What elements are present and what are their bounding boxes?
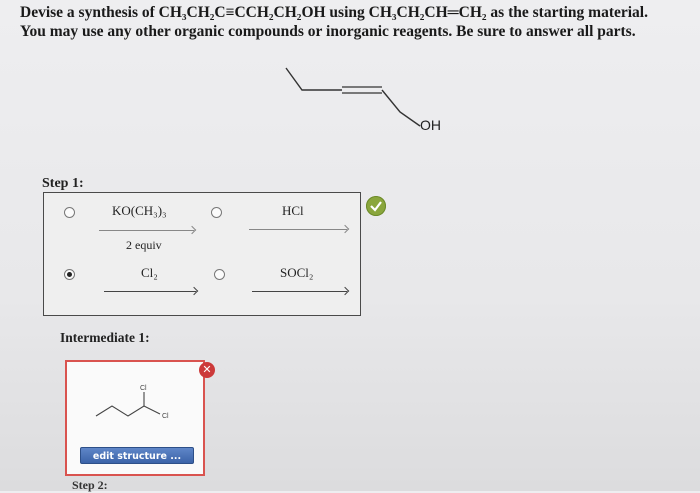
problem-line-1: Devise a synthesis of CH₃CH₂C≡CCH₂CH₂OH … — [20, 4, 648, 21]
cl-atom-right: Cl — [162, 413, 169, 420]
oh-label: OH — [420, 117, 441, 133]
radio-option-kotbu[interactable] — [64, 207, 75, 218]
reagent-label-cl2: Cl₂ — [141, 265, 158, 280]
radio-option-socl2[interactable] — [214, 269, 225, 280]
correct-check-icon — [366, 196, 386, 216]
problem-line-2: You may use any other organic compounds … — [20, 23, 636, 40]
reagent-label-hcl: HCl — [282, 203, 304, 218]
cl-atom-top: Cl — [140, 385, 147, 392]
radio-option-cl2[interactable] — [64, 269, 75, 280]
reaction-arrow — [249, 229, 347, 230]
reagent-sub-label: 2 equiv — [126, 238, 162, 252]
intermediate-molecule-structure: Cl Cl — [95, 385, 169, 420]
step-1-label: Step 1: — [42, 176, 84, 191]
reagent-label-kotbu: KO(CH₃)₃ — [112, 203, 167, 218]
step-1-reagent-box: KO(CH₃)₃ 2 equiv HCl Cl₂ SOCl₂ — [43, 192, 361, 316]
radio-option-hcl[interactable] — [211, 207, 222, 218]
incorrect-x-icon: ✕ — [199, 362, 215, 378]
reaction-arrow — [252, 291, 347, 292]
edit-structure-button[interactable]: edit structure ... — [80, 447, 194, 464]
reaction-arrow — [99, 230, 194, 231]
intermediate-1-label: Intermediate 1: — [60, 330, 150, 345]
reaction-arrow — [104, 291, 196, 292]
problem-statement: Devise a synthesis of CH₃CH₂C≡CCH₂CH₂OH … — [20, 3, 690, 41]
reagent-label-socl2: SOCl₂ — [280, 265, 314, 280]
